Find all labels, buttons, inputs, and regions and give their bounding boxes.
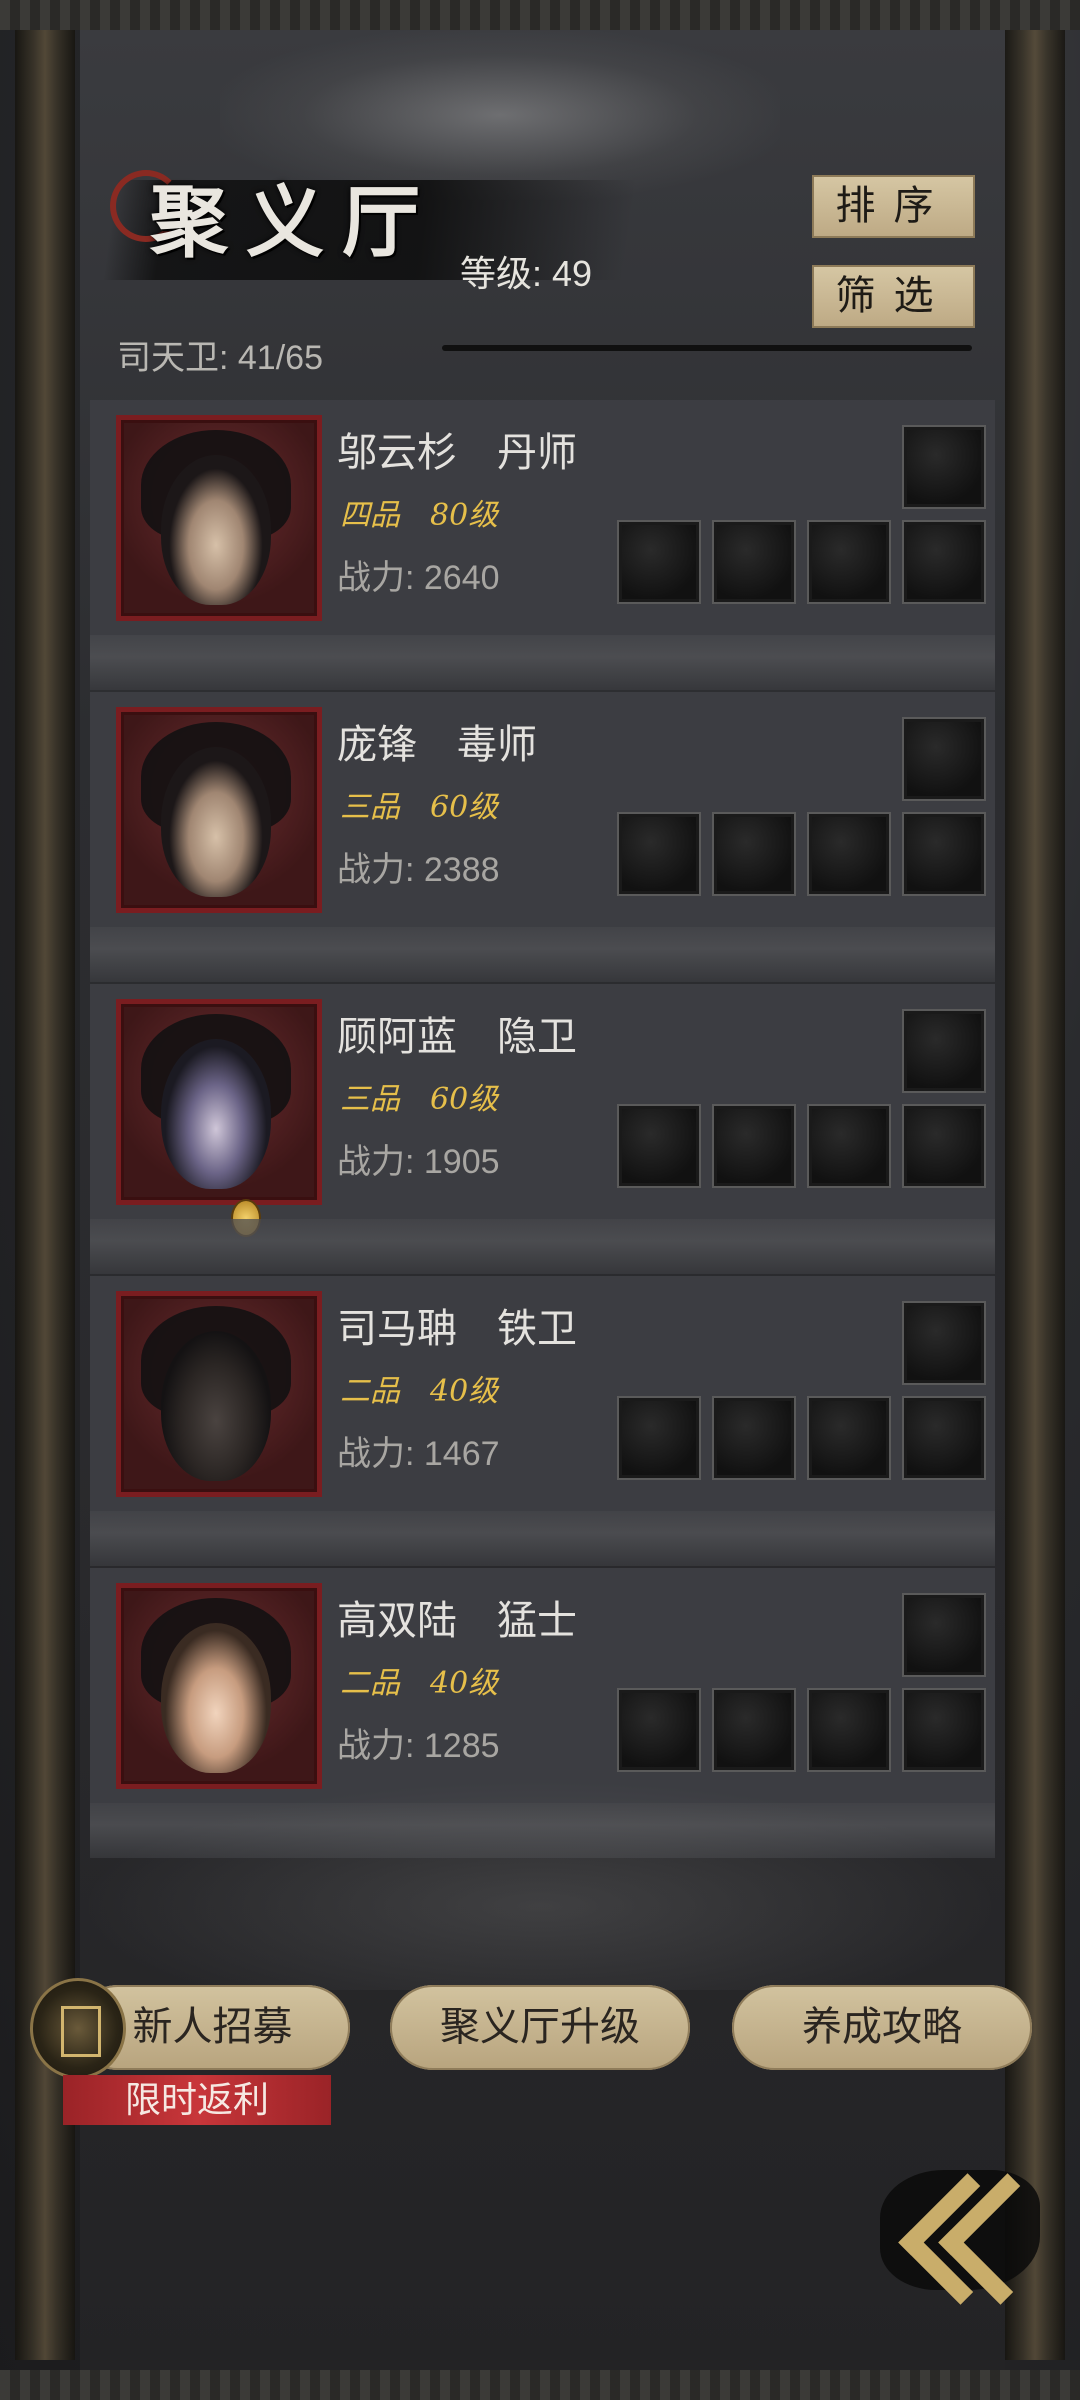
recruit-card-icon[interactable] (30, 1978, 126, 2079)
character-power: 战力: 1285 (337, 1727, 500, 1765)
equipment-slot[interactable] (617, 520, 701, 604)
character-name: 司马聃 铁卫 (337, 1307, 577, 1351)
character-power: 战力: 2640 (337, 559, 500, 597)
character-rank: 三品 60级 (340, 1082, 499, 1117)
mist-decoration (80, 1780, 1000, 1990)
equipment-slot[interactable] (902, 717, 986, 801)
character-portrait[interactable] (116, 1291, 322, 1497)
portrait-face (161, 1331, 271, 1481)
character-power: 战力: 2388 (337, 851, 500, 889)
character-portrait[interactable] (116, 707, 322, 913)
portrait-face (161, 1039, 271, 1189)
character-card[interactable]: 庞锋 毒师 三品 60级 战力: 2388 (90, 692, 995, 982)
quality-badge-icon (231, 1199, 261, 1237)
equipment-slot[interactable] (712, 1396, 796, 1480)
character-portrait[interactable] (116, 1583, 322, 1789)
equipment-slot[interactable] (617, 812, 701, 896)
character-power: 战力: 1467 (337, 1435, 500, 1473)
equipment-slot[interactable] (807, 1396, 891, 1480)
bottom-border (0, 2370, 1080, 2400)
hall-upgrade-button[interactable]: 聚义厅升级 (390, 1985, 690, 2070)
equipment-slot[interactable] (902, 1396, 986, 1480)
equipment-slot[interactable] (712, 1688, 796, 1772)
equipment-slot[interactable] (902, 1688, 986, 1772)
character-card[interactable]: 高双陆 猛士 二品 40级 战力: 1285 (90, 1568, 995, 1858)
character-rank: 二品 40级 (340, 1374, 499, 1409)
portrait-face (161, 1623, 271, 1773)
character-portrait[interactable] (116, 999, 322, 1237)
hall-level: 等级: 49 (460, 253, 593, 294)
card-glyph-icon (61, 2006, 101, 2057)
equipment-slot[interactable] (617, 1104, 701, 1188)
portrait-face (161, 455, 271, 605)
character-name: 顾阿蓝 隐卫 (337, 1015, 577, 1059)
character-rank: 二品 40级 (340, 1666, 499, 1701)
equipment-slot[interactable] (712, 1104, 796, 1188)
equipment-slot[interactable] (807, 812, 891, 896)
top-border (0, 0, 1080, 30)
character-rank: 四品 80级 (340, 498, 499, 533)
character-card[interactable]: 顾阿蓝 隐卫 三品 60级 战力: 1905 (90, 984, 995, 1274)
roster-count: 司天卫: 41/65 (117, 339, 323, 377)
character-card[interactable]: 司马聃 铁卫 二品 40级 战力: 1467 (90, 1276, 995, 1566)
sort-button[interactable]: 排序 (812, 175, 975, 238)
character-name: 高双陆 猛士 (337, 1599, 577, 1643)
header-divider (442, 345, 972, 351)
equipment-slot[interactable] (902, 1593, 986, 1677)
page-title: 聚义厅 (150, 177, 439, 268)
equipment-slot[interactable] (902, 1009, 986, 1093)
character-card[interactable]: 邬云杉 丹师 四品 80级 战力: 2640 (90, 400, 995, 690)
equipment-slot[interactable] (712, 520, 796, 604)
equipment-slot[interactable] (902, 1301, 986, 1385)
character-portrait[interactable] (116, 415, 322, 621)
equipment-slot[interactable] (617, 1688, 701, 1772)
character-name: 邬云杉 丹师 (337, 431, 577, 475)
promo-badge[interactable]: 限时返利 (63, 2075, 331, 2125)
equipment-slot[interactable] (902, 812, 986, 896)
equipment-slot[interactable] (902, 520, 986, 604)
equipment-slot[interactable] (617, 1396, 701, 1480)
equipment-slot[interactable] (712, 812, 796, 896)
equipment-slot[interactable] (902, 1104, 986, 1188)
equipment-slot[interactable] (902, 425, 986, 509)
back-button[interactable] (880, 2170, 1070, 2305)
equipment-slot[interactable] (807, 520, 891, 604)
equipment-slot[interactable] (807, 1104, 891, 1188)
guide-button[interactable]: 养成攻略 (732, 1985, 1032, 2070)
character-power: 战力: 1905 (337, 1143, 500, 1181)
character-name: 庞锋 毒师 (337, 723, 537, 767)
equipment-slot[interactable] (807, 1688, 891, 1772)
filter-button[interactable]: 筛选 (812, 265, 975, 328)
portrait-face (161, 747, 271, 897)
character-rank: 三品 60级 (340, 790, 499, 825)
